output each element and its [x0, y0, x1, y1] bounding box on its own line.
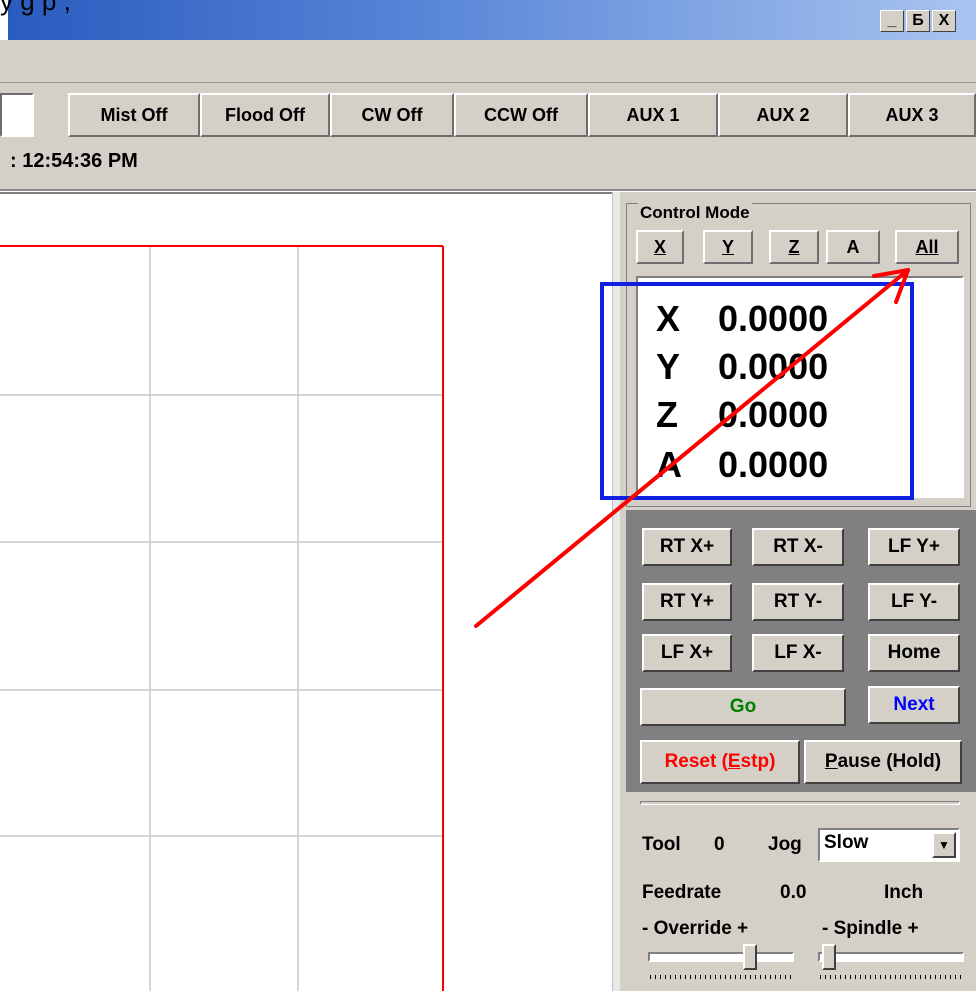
- annotation-arrow-overlay: [474, 268, 910, 628]
- annotation-arrow-shaft: [474, 268, 910, 628]
- annotation-arrow: [474, 268, 910, 628]
